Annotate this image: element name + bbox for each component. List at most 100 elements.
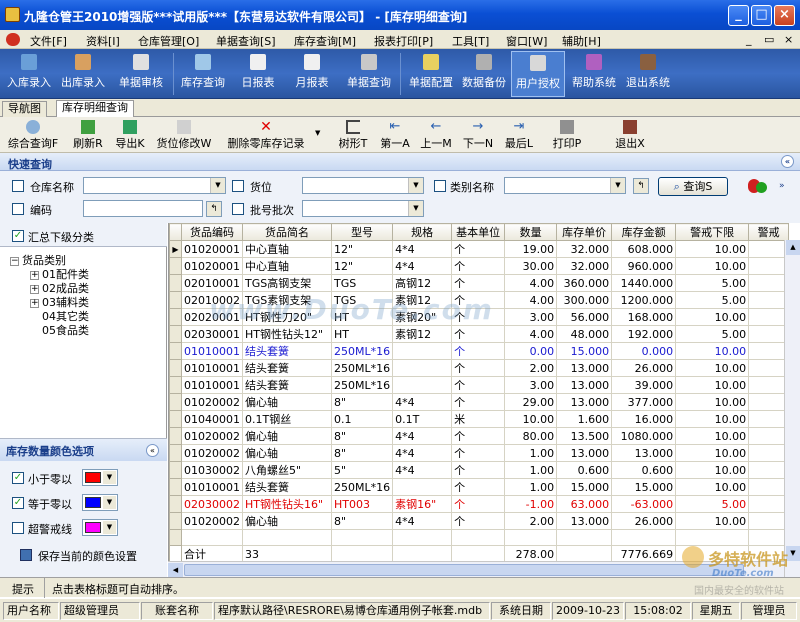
row-indicator[interactable] <box>169 512 182 530</box>
table-cell[interactable]: 01010001 <box>181 478 243 496</box>
app-menu-icon[interactable] <box>6 33 20 46</box>
menu-file[interactable]: 文件[F] <box>30 33 67 49</box>
row-indicator[interactable] <box>169 291 182 309</box>
scroll-left-icon[interactable]: ◀ <box>168 563 183 577</box>
table-cell[interactable]: 10.00 <box>675 308 750 326</box>
location-select[interactable]: ▼ <box>302 177 424 194</box>
table-cell[interactable]: 1.00 <box>504 461 558 479</box>
table-cell[interactable]: 0.1 <box>330 410 394 428</box>
user-auth-button[interactable]: 用户授权 <box>511 51 565 97</box>
table-cell[interactable]: 个 <box>451 512 506 530</box>
table-cell[interactable]: 29.00 <box>504 393 558 411</box>
table-cell[interactable] <box>392 342 453 360</box>
table-row[interactable]: 01010001 结头套簧 250ML*16 个 2.00 13.000 26.000 10.… <box>169 359 790 377</box>
table-cell[interactable]: 1.00 <box>504 478 558 496</box>
table-cell[interactable] <box>392 478 453 496</box>
table-cell[interactable]: 0.000 <box>611 342 677 360</box>
table-cell[interactable]: 个 <box>451 325 506 343</box>
table-cell[interactable]: 高钢12 <box>392 274 453 292</box>
table-cell[interactable]: 米 <box>451 410 506 428</box>
table-cell[interactable]: 56.000 <box>556 308 613 326</box>
table-cell[interactable]: 26.000 <box>611 359 677 377</box>
tree-view-button[interactable]: 树形T <box>336 119 370 151</box>
location-checkbox[interactable] <box>232 180 244 192</box>
row-indicator[interactable] <box>169 342 182 360</box>
row-indicator[interactable] <box>169 461 182 479</box>
table-cell[interactable]: 1080.000 <box>611 427 677 445</box>
export-button[interactable]: 导出K <box>112 119 148 151</box>
row-indicator[interactable] <box>169 274 182 292</box>
collapse-icon[interactable]: « <box>781 155 794 168</box>
table-cell[interactable]: 个 <box>451 461 506 479</box>
table-cell[interactable]: 10.00 <box>504 410 558 428</box>
menu-doc-query[interactable]: 单据查询[S] <box>216 33 276 49</box>
table-cell[interactable]: 中心直轴 <box>242 257 332 275</box>
equal-zero-checkbox[interactable]: ✓ <box>12 497 24 509</box>
table-cell[interactable]: 1.600 <box>556 410 613 428</box>
col-header[interactable]: 货品编码 <box>181 223 243 241</box>
query-button[interactable]: ⌕ 查询S <box>658 177 728 196</box>
table-cell[interactable]: 10.00 <box>675 240 750 258</box>
table-row[interactable]: 01030002 八角螺丝5" 5" 4*4 个 1.00 0.600 0.600 10.00 <box>169 461 790 479</box>
table-cell[interactable]: 02030001 <box>181 325 243 343</box>
next-record-button[interactable]: → 下一N <box>460 119 496 151</box>
row-indicator[interactable] <box>169 257 182 275</box>
close-button[interactable]: × <box>774 5 795 26</box>
table-cell[interactable]: 10.00 <box>675 359 750 377</box>
table-cell[interactable]: 377.000 <box>611 393 677 411</box>
table-cell[interactable]: 12" <box>330 257 394 275</box>
table-cell[interactable]: 01020002 <box>181 512 243 530</box>
table-cell[interactable]: TGS <box>330 274 394 292</box>
combined-query-button[interactable]: 综合查询F <box>4 119 62 151</box>
table-cell[interactable]: 结头套簧 <box>242 359 332 377</box>
table-cell[interactable]: 10.00 <box>675 512 750 530</box>
table-cell[interactable]: 结头套簧 <box>242 478 332 496</box>
table-cell[interactable]: 01030002 <box>181 461 243 479</box>
first-record-button[interactable]: ⇤ 第一A <box>378 119 412 151</box>
row-indicator[interactable]: ▶ <box>169 240 182 258</box>
table-row[interactable]: 01020002 偏心轴 8" 4*4 个 2.00 13.000 26.000 10.00 <box>169 512 790 530</box>
table-cell[interactable]: 8" <box>330 444 394 462</box>
exit-button[interactable]: 退出X <box>612 119 648 151</box>
row-indicator[interactable] <box>169 478 182 496</box>
maximize-button[interactable]: □ <box>751 5 772 26</box>
table-cell[interactable]: 10.00 <box>675 427 750 445</box>
menu-stock-query[interactable]: 库存查询[M] <box>294 33 356 49</box>
table-row[interactable]: 02030001 HT钢性钻头12" HT 素钢12 个 4.00 48.000 192.00… <box>169 325 790 343</box>
table-cell[interactable]: 48.000 <box>556 325 613 343</box>
table-cell[interactable]: 5" <box>330 461 394 479</box>
row-indicator[interactable] <box>169 359 182 377</box>
table-cell[interactable]: 10.00 <box>675 410 750 428</box>
over-warning-checkbox[interactable] <box>12 522 24 534</box>
table-cell[interactable]: 偏心轴 <box>242 393 332 411</box>
table-cell[interactable]: 10.00 <box>675 393 750 411</box>
table-cell[interactable]: 13.000 <box>611 444 677 462</box>
table-cell[interactable]: 3.00 <box>504 308 558 326</box>
table-cell[interactable]: 5.00 <box>675 274 750 292</box>
table-cell[interactable]: HT <box>330 325 394 343</box>
table-cell[interactable]: 13.000 <box>556 393 613 411</box>
category-checkbox[interactable] <box>434 180 446 192</box>
table-cell[interactable]: 4*4 <box>392 393 453 411</box>
table-cell[interactable]: 13.000 <box>556 444 613 462</box>
batch-select[interactable]: ▼ <box>302 200 424 217</box>
warehouse-checkbox[interactable] <box>12 180 24 192</box>
table-cell[interactable]: 30.00 <box>504 257 558 275</box>
mdi-restore-button[interactable]: ▭ <box>764 33 774 46</box>
table-cell[interactable]: 01020002 <box>181 444 243 462</box>
table-cell[interactable]: -1.00 <box>504 495 558 513</box>
delete-zero-stock-button[interactable]: ✕ 删除零库存记录 <box>223 119 309 151</box>
table-cell[interactable] <box>748 376 790 394</box>
warehouse-select[interactable]: ▼ <box>83 177 226 194</box>
table-cell[interactable]: 4*4 <box>392 444 453 462</box>
table-cell[interactable]: 4*4 <box>392 257 453 275</box>
collapse-icon[interactable]: « <box>146 444 159 457</box>
table-cell[interactable]: 2.00 <box>504 512 558 530</box>
table-cell[interactable]: 960.000 <box>611 257 677 275</box>
table-cell[interactable]: 12" <box>330 240 394 258</box>
code-checkbox[interactable] <box>12 203 24 215</box>
scroll-thumb[interactable] <box>184 564 744 576</box>
table-cell[interactable]: HT003 <box>330 495 394 513</box>
exit-system-button[interactable]: 退出系统 <box>622 51 674 97</box>
table-cell[interactable]: 32.000 <box>556 240 613 258</box>
